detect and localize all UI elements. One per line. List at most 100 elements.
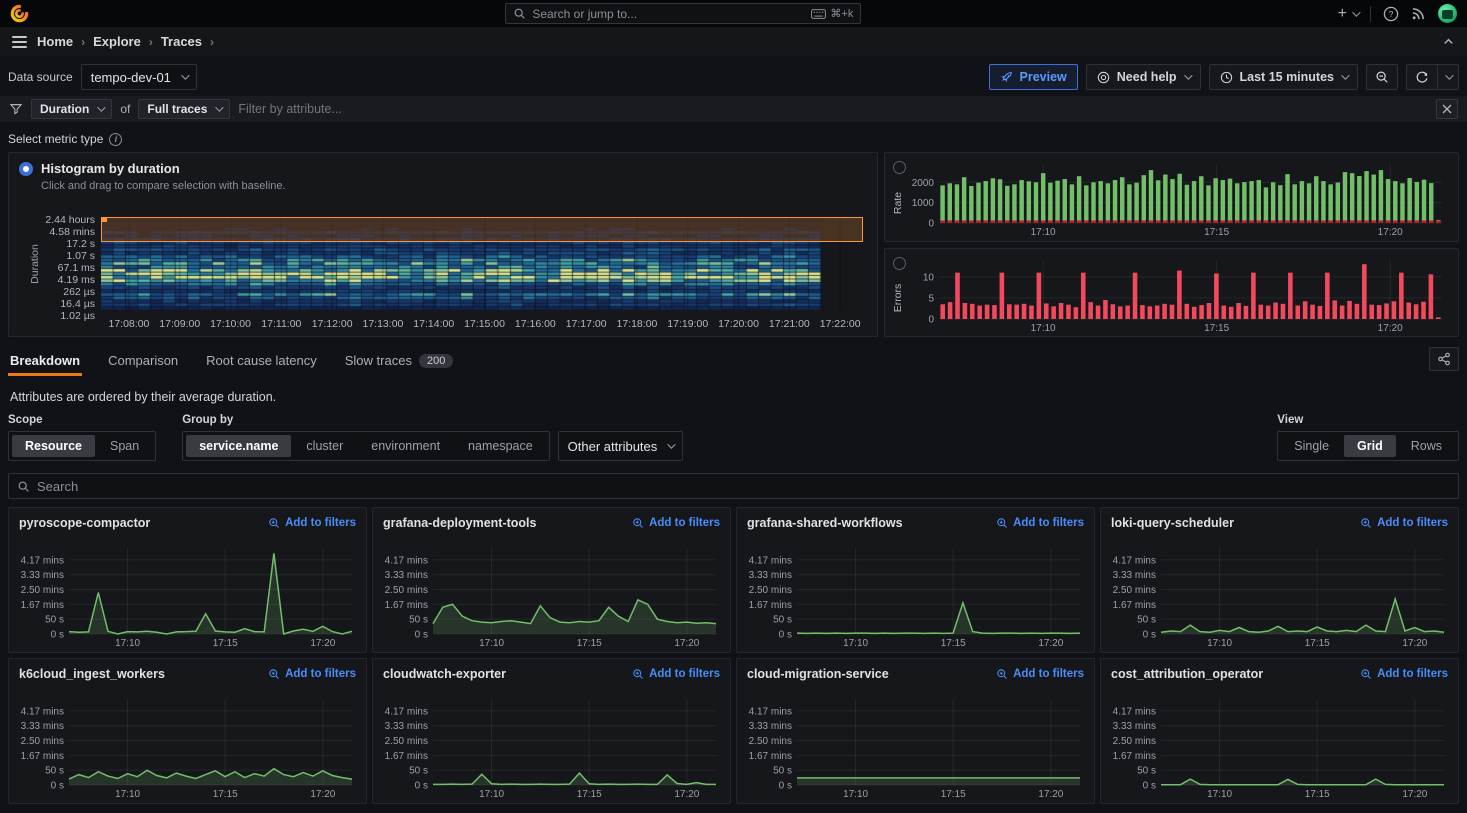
divider	[1370, 6, 1371, 22]
collapse-chevron-up-icon[interactable]	[1442, 35, 1455, 48]
add-to-filters-button[interactable]: Add to filters	[268, 517, 356, 529]
trace-type-select[interactable]: Full traces	[138, 99, 230, 119]
add-to-filters-button[interactable]: Add to filters	[1360, 517, 1448, 529]
heatmap-x-tick: 17:17:00	[566, 318, 607, 330]
errors-chart[interactable]: 051017:1017:1517:20	[901, 253, 1450, 334]
view-grid[interactable]: Grid	[1344, 435, 1396, 457]
other-attributes-label: Other attributes	[568, 439, 658, 454]
tab-slow-traces[interactable]: Slow traces 200	[343, 347, 456, 376]
tab-bar: Breakdown Comparison Root cause latency …	[8, 345, 1459, 376]
refresh-button[interactable]	[1406, 64, 1438, 90]
add-to-filters-button[interactable]: Add to filters	[996, 668, 1084, 680]
global-search[interactable]: ⌘+k	[505, 3, 861, 24]
menu-toggle-icon[interactable]	[12, 36, 27, 48]
heatmap-x-tick: 17:10:00	[210, 318, 251, 330]
breadcrumb-traces[interactable]: Traces	[161, 34, 202, 49]
rate-chart[interactable]: 01000200017:1017:1517:20	[901, 157, 1450, 238]
svg-text:4.17 mins: 4.17 mins	[1113, 706, 1156, 717]
breadcrumb-explore[interactable]: Explore	[93, 34, 141, 49]
new-button[interactable]: +	[1338, 5, 1358, 23]
svg-text:17:10: 17:10	[115, 789, 140, 800]
add-to-filters-button[interactable]: Add to filters	[632, 517, 720, 529]
view-single[interactable]: Single	[1281, 435, 1342, 457]
groupby-environment[interactable]: environment	[358, 435, 453, 457]
svg-text:0 s: 0 s	[415, 630, 428, 641]
tab-comparison[interactable]: Comparison	[106, 347, 180, 376]
service-card: grafana-deployment-tools Add to filters …	[372, 507, 731, 653]
help-icon[interactable]: ?	[1383, 6, 1399, 22]
breadcrumb-home[interactable]: Home	[37, 34, 73, 49]
other-attributes-select[interactable]: Other attributes	[558, 431, 684, 461]
close-icon	[1442, 104, 1452, 114]
scope-span[interactable]: Span	[97, 435, 152, 457]
rate-panel: Rate 01000200017:1017:1517:20	[884, 152, 1459, 242]
zoom-out-button[interactable]	[1366, 64, 1398, 90]
selection-handle[interactable]	[102, 217, 107, 222]
chevron-down-icon	[1445, 71, 1453, 79]
groupby-namespace[interactable]: namespace	[455, 435, 546, 457]
preview-button[interactable]: Preview	[989, 64, 1078, 90]
service-duration-chart[interactable]: 0 s50 s1.67 mins2.50 mins3.33 mins4.17 m…	[377, 691, 722, 800]
metric-panels: Histogram by duration Click and drag to …	[0, 152, 1467, 337]
svg-text:17:10: 17:10	[479, 638, 504, 649]
heatmap-y-ticks: 2.44 hours4.58 mins17.2 s1.07 s67.1 ms4.…	[29, 214, 95, 312]
svg-text:2.50 mins: 2.50 mins	[1113, 736, 1156, 747]
magnifier-plus-icon	[1360, 517, 1372, 529]
service-duration-chart[interactable]: 0 s50 s1.67 mins2.50 mins3.33 mins4.17 m…	[1105, 691, 1450, 800]
add-to-filters-button[interactable]: Add to filters	[1360, 668, 1448, 680]
svg-text:17:15: 17:15	[213, 789, 238, 800]
tab-breakdown[interactable]: Breakdown	[8, 347, 82, 376]
refresh-interval-dropdown[interactable]	[1438, 64, 1459, 90]
svg-text:3.33 mins: 3.33 mins	[1113, 570, 1156, 581]
heatmap-y-tick: 17.2 s	[66, 238, 95, 250]
service-duration-chart[interactable]: 0 s50 s1.67 mins2.50 mins3.33 mins4.17 m…	[13, 540, 358, 649]
heatmap-selection-overlay[interactable]	[101, 217, 863, 242]
groupby-service-name[interactable]: service.name	[186, 435, 291, 457]
svg-text:17:15: 17:15	[941, 789, 966, 800]
service-duration-chart[interactable]: 0 s50 s1.67 mins2.50 mins3.33 mins4.17 m…	[377, 540, 722, 649]
search-shortcut: ⌘+k	[811, 7, 853, 20]
heatmap-x-tick: 17:14:00	[413, 318, 454, 330]
news-rss-icon[interactable]	[1411, 6, 1426, 21]
tab-root-cause-latency[interactable]: Root cause latency	[204, 347, 319, 376]
service-duration-chart[interactable]: 0 s50 s1.67 mins2.50 mins3.33 mins4.17 m…	[13, 691, 358, 800]
breadcrumb-separator: ›	[149, 35, 153, 49]
user-avatar[interactable]	[1438, 4, 1457, 23]
service-name: cost_attribution_operator	[1111, 667, 1263, 681]
grafana-logo[interactable]	[10, 4, 29, 23]
datasource-toolbar: Data source tempo-dev-01 Preview Need he…	[0, 56, 1467, 96]
clear-filter-button[interactable]	[1436, 99, 1458, 119]
share-button[interactable]	[1429, 347, 1459, 371]
breakdown-search-input[interactable]	[37, 479, 1450, 494]
svg-text:0: 0	[928, 314, 934, 325]
svg-text:17:15: 17:15	[941, 638, 966, 649]
global-search-input[interactable]	[532, 7, 805, 21]
need-help-button[interactable]: Need help	[1086, 64, 1201, 90]
heatmap-y-tick: 262 µs	[63, 286, 95, 298]
time-range-picker[interactable]: Last 15 minutes	[1209, 64, 1358, 90]
groupby-cluster[interactable]: cluster	[293, 435, 356, 457]
add-to-filters-button[interactable]: Add to filters	[268, 668, 356, 680]
service-duration-chart[interactable]: 0 s50 s1.67 mins2.50 mins3.33 mins4.17 m…	[741, 540, 1086, 649]
chevron-down-icon	[181, 71, 189, 79]
service-duration-chart[interactable]: 0 s50 s1.67 mins2.50 mins3.33 mins4.17 m…	[741, 691, 1086, 800]
histogram-panel: Histogram by duration Click and drag to …	[8, 152, 878, 337]
metric-field-select[interactable]: Duration	[31, 99, 112, 119]
add-to-filters-button[interactable]: Add to filters	[996, 517, 1084, 529]
refresh-icon	[1415, 70, 1429, 84]
breakdown-search[interactable]	[8, 473, 1459, 499]
scope-resource[interactable]: Resource	[12, 435, 95, 457]
attribute-filter-input[interactable]	[238, 102, 1428, 116]
view-rows[interactable]: Rows	[1398, 435, 1455, 457]
datasource-select[interactable]: tempo-dev-01	[81, 64, 197, 90]
service-duration-chart[interactable]: 0 s50 s1.67 mins2.50 mins3.33 mins4.17 m…	[1105, 540, 1450, 649]
histogram-radio[interactable]	[19, 162, 33, 176]
add-to-filters-button[interactable]: Add to filters	[632, 668, 720, 680]
heatmap-x-tick: 17:12:00	[312, 318, 353, 330]
info-icon[interactable]: i	[109, 133, 122, 146]
need-help-label: Need help	[1117, 70, 1177, 84]
heatmap-x-tick: 17:22:00	[820, 318, 861, 330]
attributes-note: Attributes are ordered by their average …	[10, 390, 1457, 404]
datasource-value: tempo-dev-01	[91, 70, 171, 85]
duration-heatmap[interactable]	[101, 217, 863, 310]
